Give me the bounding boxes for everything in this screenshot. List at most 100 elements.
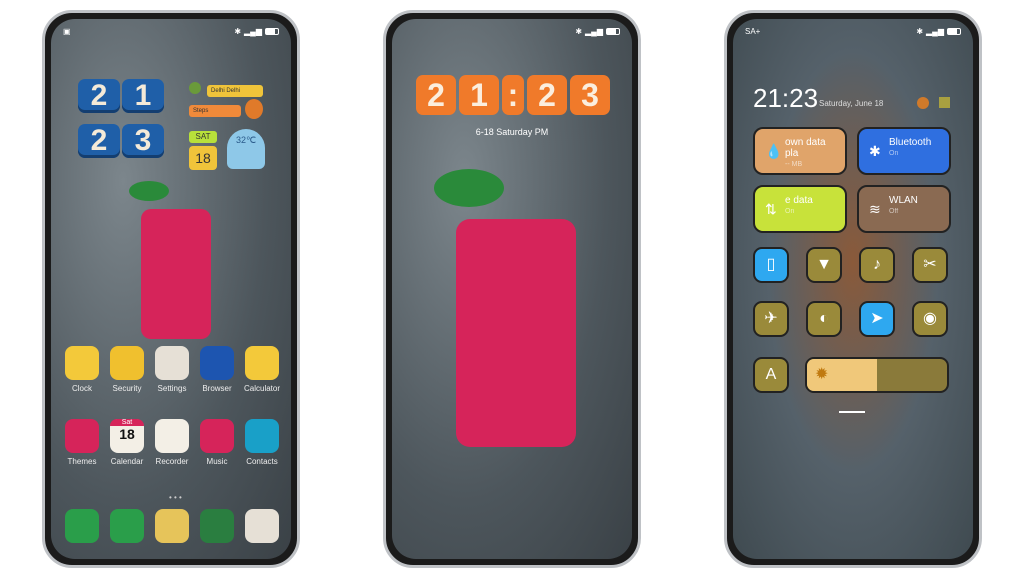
lock-clock-digit: : (502, 75, 524, 115)
clock-digit: 3 (122, 124, 164, 158)
page-indicator[interactable]: • • • (169, 493, 182, 502)
phone-clay-widget (456, 219, 576, 447)
clock-digit: 2 (78, 124, 120, 158)
bell-button[interactable]: ♪ (859, 247, 895, 283)
bell-icon: ♪ (873, 256, 881, 273)
phone-clay-widget (141, 209, 211, 339)
location-widget[interactable]: Delhi Delhi (207, 85, 263, 97)
weather-widget[interactable]: 32℃ (227, 129, 265, 169)
dark-mode-button[interactable]: ◐ (806, 301, 842, 337)
lock-clock-digit: 3 (570, 75, 610, 115)
leaf-decoration (129, 181, 169, 201)
phone-home: ▣ ✱ ▂▄▆ 2 1 2 3 Delhi Delhi Steps SAT 18 3… (42, 10, 300, 568)
home-screen: ▣ ✱ ▂▄▆ 2 1 2 3 Delhi Delhi Steps SAT 18 3… (51, 19, 291, 559)
tile-wifi[interactable]: ≋ WLAN Off (857, 185, 951, 233)
app-icon-calculator[interactable] (245, 346, 279, 380)
control-center: SA+ ✱ ▂▄▆ 21:23 Saturday, June 18 💧 own dat… (733, 19, 973, 559)
brightness-slider[interactable]: ✹ (805, 357, 949, 393)
lock-clock-digit: 2 (416, 75, 456, 115)
app-icon-browser[interactable] (200, 346, 234, 380)
eye-button[interactable]: ◉ (912, 301, 948, 337)
wifi-icon: ≋ (869, 201, 881, 217)
dock-camera-icon[interactable] (245, 509, 279, 543)
settings-icon[interactable] (917, 97, 929, 109)
app-icon-security[interactable] (110, 346, 144, 380)
vibrate-icon: ▯ (766, 256, 776, 273)
day-widget: SAT (189, 131, 217, 143)
signal-icon: ▂▄▆ (244, 26, 262, 36)
tile-mobile-data[interactable]: ⇅ e data On (753, 185, 847, 233)
leaf-decoration (434, 169, 504, 207)
mobile-data-icon: ⇅ (765, 201, 777, 217)
tile-status: On (889, 150, 899, 157)
app-icon-themes[interactable] (65, 419, 99, 453)
app-label: Contacts (246, 457, 278, 466)
phone-lock: ✱ ▂▄▆ 21:23 6-18 Saturday PM (383, 10, 641, 568)
status-bar: ✱ ▂▄▆ (404, 25, 620, 37)
location-pin-icon (189, 82, 201, 94)
tile-status: -- MB (785, 161, 803, 168)
lock-screen: ✱ ▂▄▆ 21:23 6-18 Saturday PM (392, 19, 632, 559)
handle-bar[interactable] (839, 411, 865, 413)
airplane-button[interactable]: ✈ (753, 301, 789, 337)
calendar-day: Sat (110, 419, 144, 426)
tile-status: Off (889, 208, 899, 215)
airplane-icon: ✈ (764, 310, 778, 327)
auto-brightness-button[interactable]: A (753, 357, 789, 393)
flashlight-button[interactable]: ▼ (806, 247, 842, 283)
tile-title: WLAN (889, 195, 918, 206)
dock-gallery-icon[interactable] (200, 509, 234, 543)
app-icon-clock[interactable] (65, 346, 99, 380)
dock-messages-icon[interactable] (110, 509, 144, 543)
status-bar: SA+ ✱ ▂▄▆ (745, 25, 961, 37)
lock-date: 6-18 Saturday PM (475, 127, 549, 137)
bluetooth-icon: ✱ (575, 26, 583, 36)
app-icon-music[interactable] (200, 419, 234, 453)
clock-digit: 1 (122, 79, 164, 113)
sun-icon: ✹ (807, 359, 877, 391)
tile-water-drop[interactable]: 💧 own data pla -- MB (753, 127, 847, 175)
tile-bluetooth[interactable]: ✱ Bluetooth On (857, 127, 951, 175)
screenshot-icon: ✂ (923, 256, 937, 273)
battery-icon (947, 27, 961, 35)
screenshot-button[interactable]: ✂ (912, 247, 948, 283)
bluetooth-icon: ✱ (869, 143, 881, 159)
phone-control-center: SA+ ✱ ▂▄▆ 21:23 Saturday, June 18 💧 own dat… (724, 10, 982, 568)
app-icon-recorder[interactable] (155, 419, 189, 453)
signal-icon: ▂▄▆ (926, 26, 944, 36)
app-icon-contacts[interactable] (245, 419, 279, 453)
tile-title: own data pla (785, 137, 826, 159)
app-icon-calendar[interactable]: Sat 18 (110, 419, 144, 453)
signal-icon: ▂▄▆ (585, 26, 603, 36)
notification-icon: ▣ (63, 26, 71, 36)
cc-date: Saturday, June 18 (819, 99, 884, 108)
lock-clock-digit: 2 (527, 75, 567, 115)
eye-icon: ◉ (923, 310, 937, 327)
water-drop-icon: 💧 (765, 143, 783, 159)
calendar-date: 18 (119, 426, 135, 442)
dock-notes-icon[interactable] (155, 509, 189, 543)
carrier-label: SA+ (745, 26, 761, 36)
steps-widget[interactable]: Steps (189, 105, 241, 117)
clock-digit: 2 (78, 79, 120, 113)
battery-icon (606, 27, 620, 35)
flashlight-icon: ▼ (816, 256, 832, 273)
lock-clock-digit: 1 (459, 75, 499, 115)
app-icon-settings[interactable] (155, 346, 189, 380)
bluetooth-icon: ✱ (234, 26, 242, 36)
tile-title: e data (785, 195, 813, 206)
vibrate-button[interactable]: ▯ (753, 247, 789, 283)
location-button[interactable]: ➤ (859, 301, 895, 337)
location-icon: ➤ (870, 310, 884, 327)
status-bar: ▣ ✱ ▂▄▆ (63, 25, 279, 37)
tile-status: On (785, 208, 795, 215)
battery-icon (265, 27, 279, 35)
date-widget[interactable]: 18 (189, 146, 217, 170)
edit-icon[interactable] (939, 97, 950, 108)
bluetooth-icon: ✱ (916, 26, 924, 36)
app-label: Calculator (243, 384, 280, 393)
dock-phone-icon[interactable] (65, 509, 99, 543)
tile-title: Bluetooth (889, 137, 932, 148)
pumpkin-icon (245, 99, 263, 119)
dark-mode-icon: ◐ (819, 310, 829, 327)
